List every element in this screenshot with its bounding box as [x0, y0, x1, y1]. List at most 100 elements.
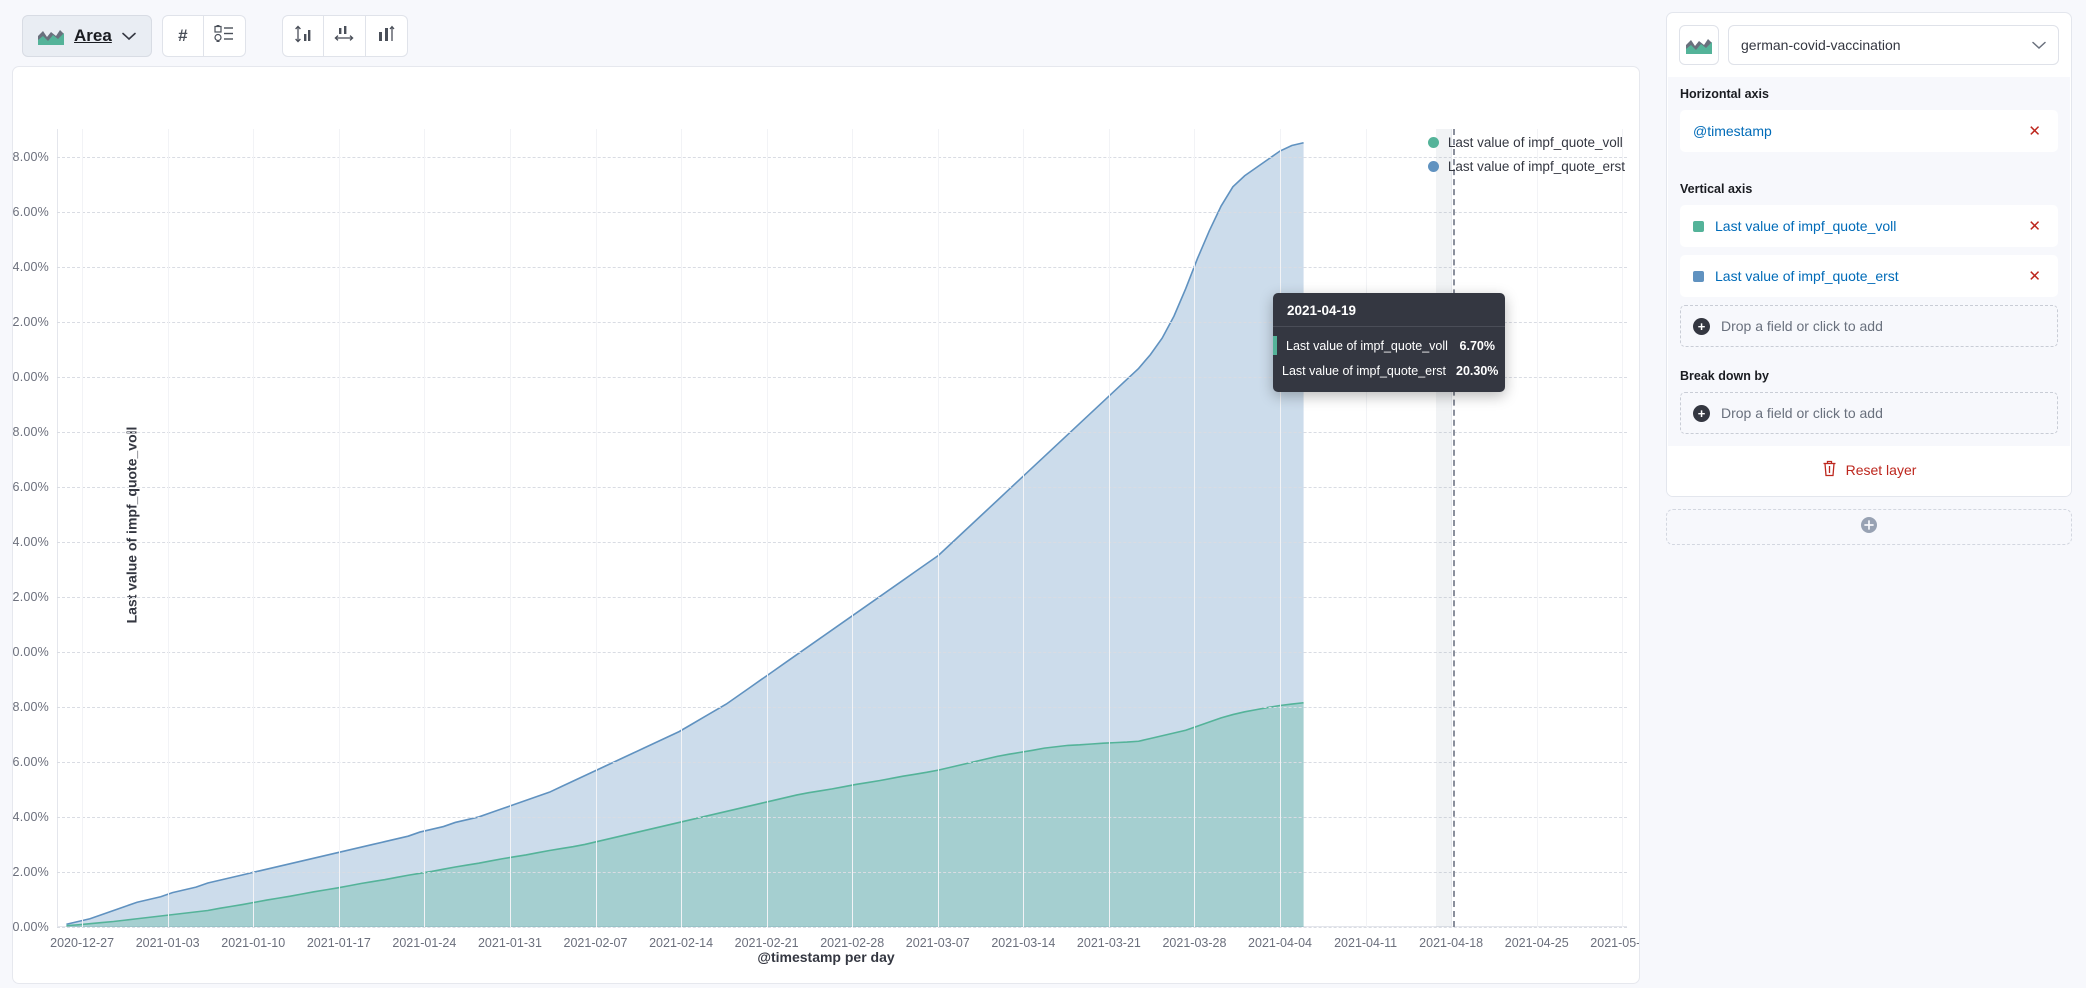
- number-format-button[interactable]: #: [162, 15, 204, 57]
- breakdown-group: Break down by + Drop a field or click to…: [1668, 359, 2070, 446]
- x-axis-title: @timestamp per day: [13, 949, 1639, 965]
- legend-list-icon: [214, 25, 234, 47]
- y-gridline: [57, 817, 1627, 818]
- chart-toolbar: Area #: [12, 10, 1648, 62]
- datasource-row: german-covid-vaccination: [1667, 13, 2071, 77]
- series-layer: [57, 129, 1627, 927]
- y-axis-tick-label: 6.00%: [13, 755, 49, 769]
- close-icon[interactable]: ✕: [2024, 215, 2045, 238]
- layer-card: german-covid-vaccination Horizontal axis…: [1666, 12, 2072, 497]
- vertical-axis-add-dimension[interactable]: + Drop a field or click to add: [1680, 305, 2058, 347]
- tooltip-series-value: 20.30%: [1456, 364, 1498, 378]
- config-panel: german-covid-vaccination Horizontal axis…: [1660, 0, 2086, 988]
- tooltip-row: Last value of impf_quote_erst 20.30%: [1273, 358, 1495, 383]
- cursor-crosshair-line: [1453, 129, 1455, 927]
- y-gridline: [57, 542, 1627, 543]
- tooltip-series-label: Last value of impf_quote_erst: [1282, 364, 1446, 378]
- vertical-axis-group: Vertical axis Last value of impf_quote_v…: [1668, 172, 2070, 359]
- close-icon[interactable]: ✕: [2024, 265, 2045, 288]
- x-axis-tick-label: 2021-01-31: [478, 936, 542, 950]
- axis-settings-button[interactable]: [282, 15, 324, 57]
- y-gridline: [57, 157, 1627, 158]
- y-gridline: [57, 652, 1627, 653]
- value-labels-button[interactable]: [366, 15, 408, 57]
- horizontal-axis-group: Horizontal axis @timestamp ✕: [1668, 77, 2070, 172]
- tooltip-series-value: 6.70%: [1460, 339, 1495, 353]
- y-axis-tick-label: 18.00%: [12, 425, 49, 439]
- dimension-label: Last value of impf_quote_erst: [1715, 268, 2024, 284]
- bottom-axis-settings-button[interactable]: [324, 15, 366, 57]
- breakdown-add-dimension[interactable]: + Drop a field or click to add: [1680, 392, 2058, 434]
- x-axis-tick-label: 2021-03-21: [1077, 936, 1141, 950]
- tooltip-header: 2021-04-19: [1273, 293, 1505, 327]
- y-axis-tick-label: 26.00%: [12, 205, 49, 219]
- x-gridline: [1194, 129, 1195, 927]
- dimension-label: @timestamp: [1693, 123, 2024, 139]
- tooltip-series-label: Last value of impf_quote_voll: [1286, 339, 1450, 353]
- dimension-color-swatch: [1693, 221, 1704, 232]
- breakdown-title: Break down by: [1680, 369, 2058, 383]
- chevron-down-icon: [122, 32, 136, 41]
- x-axis-tick-label: 2021-03-07: [906, 936, 970, 950]
- workspace-panel: Area #: [0, 0, 1660, 988]
- area-chart-icon: [1686, 36, 1712, 54]
- x-axis-tick-label: 2021-02-07: [564, 936, 628, 950]
- add-dimension-label: Drop a field or click to add: [1721, 405, 1883, 421]
- x-gridline: [1109, 129, 1110, 927]
- dimension-impf-quote-voll[interactable]: Last value of impf_quote_voll✕: [1680, 205, 2058, 247]
- cursor-highlight-band: [1436, 129, 1452, 927]
- y-axis-tick-label: 2.00%: [13, 865, 49, 879]
- x-axis-tick-label: 2021-04-18: [1419, 936, 1483, 950]
- legend-settings-button[interactable]: [204, 15, 246, 57]
- close-icon[interactable]: ✕: [2024, 120, 2045, 143]
- plus-icon: +: [1693, 405, 1710, 422]
- display-options-group: #: [162, 15, 246, 57]
- legend-item[interactable]: Last value of impf_quote_voll: [1428, 135, 1625, 150]
- axes-options-group: [282, 15, 408, 57]
- x-axis-tick-label: 2021-02-28: [820, 936, 884, 950]
- x-axis-tick-label: 2020-12-27: [50, 936, 114, 950]
- vertical-axis-icon: [293, 25, 313, 48]
- legend-color-dot: [1428, 161, 1439, 172]
- x-axis-tick-label: 2021-01-17: [307, 936, 371, 950]
- x-axis-tick-label: 2021-01-10: [221, 936, 285, 950]
- y-gridline: [57, 707, 1627, 708]
- y-axis-tick-label: 14.00%: [12, 535, 49, 549]
- x-axis-tick-label: 2021-02-14: [649, 936, 713, 950]
- y-gridline: [57, 432, 1627, 433]
- y-gridline: [57, 927, 1627, 928]
- plot-area[interactable]: 0.00%2.00%4.00%6.00%8.00%10.00%12.00%14.…: [57, 129, 1627, 927]
- add-layer-button[interactable]: [1666, 509, 2072, 545]
- x-gridline: [168, 129, 169, 927]
- x-gridline: [852, 129, 853, 927]
- legend-color-dot: [1428, 137, 1439, 148]
- chart-type-switcher[interactable]: Area: [22, 15, 152, 57]
- legend-item-label: Last value of impf_quote_voll: [1448, 135, 1623, 150]
- dimension-color-swatch: [1693, 271, 1704, 282]
- dimension-impf-quote-erst[interactable]: Last value of impf_quote_erst✕: [1680, 255, 2058, 297]
- legend-item-label: Last value of impf_quote_erst: [1448, 159, 1625, 174]
- reset-layer-button[interactable]: Reset layer: [1667, 446, 2071, 496]
- horizontal-axis-icon: [334, 25, 354, 48]
- x-gridline: [253, 129, 254, 927]
- layer-chart-type-button[interactable]: [1679, 25, 1719, 65]
- x-gridline: [938, 129, 939, 927]
- datasource-select[interactable]: german-covid-vaccination: [1728, 25, 2059, 65]
- x-axis-tick-label: 2021-03-14: [991, 936, 1055, 950]
- datasource-value: german-covid-vaccination: [1741, 37, 1901, 53]
- dimension-timestamp[interactable]: @timestamp ✕: [1680, 110, 2058, 152]
- plus-icon: +: [1693, 318, 1710, 335]
- y-axis-tick-label: 0.00%: [13, 920, 49, 934]
- y-axis-tick-label: 4.00%: [13, 810, 49, 824]
- x-gridline: [82, 129, 83, 927]
- y-axis-tick-label: 22.00%: [12, 315, 49, 329]
- x-gridline: [681, 129, 682, 927]
- x-gridline: [1537, 129, 1538, 927]
- x-axis-tick-label: 2021-01-24: [392, 936, 456, 950]
- y-gridline: [57, 597, 1627, 598]
- chart-type-label: Area: [74, 26, 112, 46]
- plus-circle-icon: [1859, 515, 1879, 540]
- chart-tooltip: 2021-04-19 Last value of impf_quote_voll…: [1273, 293, 1505, 392]
- y-axis-tick-label: 28.00%: [12, 150, 49, 164]
- legend-item[interactable]: Last value of impf_quote_erst: [1428, 159, 1625, 174]
